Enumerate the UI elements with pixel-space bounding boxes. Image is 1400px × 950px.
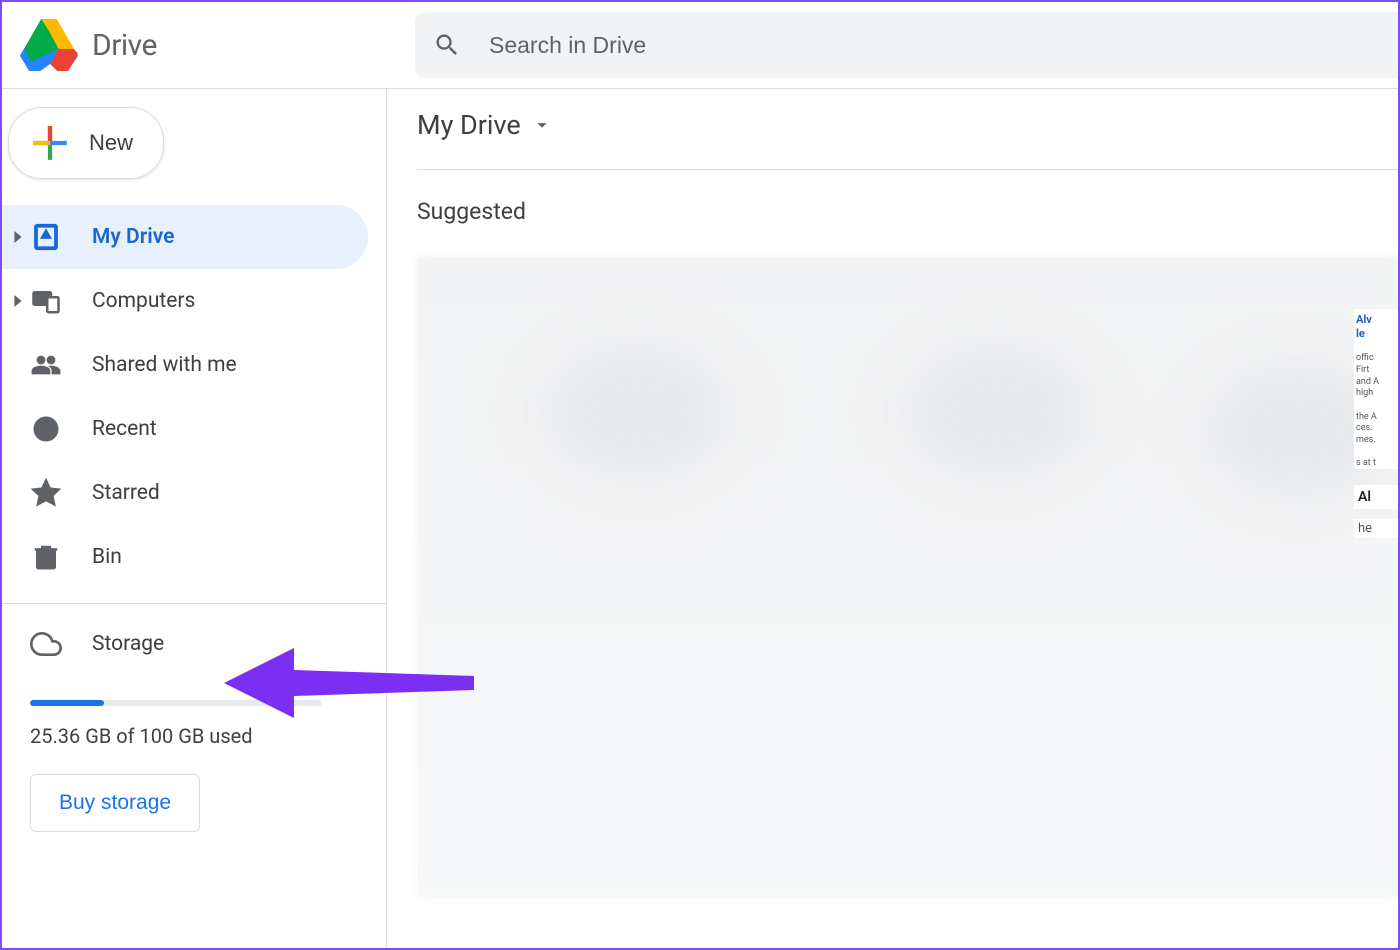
search-input[interactable] <box>489 32 1380 59</box>
breadcrumb-label: My Drive <box>417 109 521 141</box>
recent-icon <box>30 413 62 445</box>
breadcrumb[interactable]: My Drive <box>417 109 1398 169</box>
sidebar-item-label: Bin <box>92 545 122 569</box>
nav: My Drive Computers Shared with me <box>2 205 386 589</box>
document-preview-fragment: AlvleofficFirtand Ahighthe Aces.mes.s at… <box>1354 309 1398 469</box>
chevron-down-icon <box>531 114 553 136</box>
plus-icon <box>31 124 69 162</box>
new-button-label: New <box>89 130 133 156</box>
buy-storage-button[interactable]: Buy storage <box>30 774 200 832</box>
document-subtitle-fragment: he <box>1354 519 1398 538</box>
sidebar-item-bin[interactable]: Bin <box>2 525 368 589</box>
drive-logo-icon <box>20 16 78 74</box>
expand-caret-icon[interactable] <box>6 231 30 243</box>
sidebar-item-computers[interactable]: Computers <box>2 269 368 333</box>
storage-label: Storage <box>92 632 164 656</box>
storage-bar-fill <box>30 700 104 706</box>
main-divider <box>417 169 1398 170</box>
search-bar[interactable] <box>415 12 1398 78</box>
bin-icon <box>30 541 62 573</box>
app-name: Drive <box>92 28 157 63</box>
sidebar-item-label: Shared with me <box>92 353 237 377</box>
sidebar-item-label: My Drive <box>92 225 174 249</box>
document-title-fragment: Al <box>1354 485 1398 509</box>
sidebar-item-my-drive[interactable]: My Drive <box>2 205 368 269</box>
sidebar-item-label: Computers <box>92 289 195 313</box>
sidebar-item-label: Recent <box>92 417 157 441</box>
search-icon <box>433 31 461 59</box>
app-logo-wrap[interactable]: Drive <box>20 16 415 74</box>
sidebar: New My Drive Computers <box>2 89 387 947</box>
shared-icon <box>30 349 62 381</box>
expand-caret-icon[interactable] <box>6 295 30 307</box>
storage-section: Storage 25.36 GB of 100 GB used Buy stor… <box>2 604 386 832</box>
sidebar-item-recent[interactable]: Recent <box>2 397 368 461</box>
sidebar-item-shared[interactable]: Shared with me <box>2 333 368 397</box>
sidebar-item-label: Starred <box>92 481 160 505</box>
header: Drive <box>2 2 1398 88</box>
suggested-content-area: AlvleofficFirtand Ahighthe Aces.mes.s at… <box>417 257 1398 897</box>
main-content: My Drive Suggested AlvleofficFirtand Ahi… <box>387 89 1398 947</box>
cloud-icon <box>30 628 62 660</box>
new-button[interactable]: New <box>8 107 164 179</box>
storage-bar <box>30 700 322 706</box>
star-icon <box>30 477 62 509</box>
my-drive-icon <box>30 221 62 253</box>
suggested-heading: Suggested <box>417 198 1398 225</box>
sidebar-item-starred[interactable]: Starred <box>2 461 368 525</box>
storage-used-text: 25.36 GB of 100 GB used <box>30 724 358 748</box>
sidebar-item-storage[interactable]: Storage <box>30 628 358 660</box>
computers-icon <box>30 285 62 317</box>
